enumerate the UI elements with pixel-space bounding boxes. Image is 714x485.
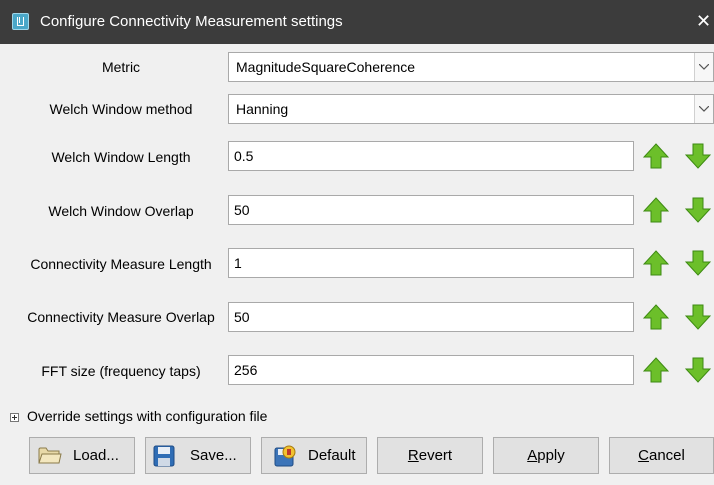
cancel-button[interactable]: Cancel (609, 437, 714, 474)
cancel-label-rest: ancel (648, 447, 685, 464)
fft-size-label: FFT size (frequency taps) (41, 363, 201, 379)
chevron-down-icon[interactable] (694, 95, 713, 123)
welch-window-method-select[interactable]: Hanning (228, 94, 714, 124)
metric-select[interactable]: MagnitudeSquareCoherence (228, 52, 714, 82)
default-reset-icon (274, 445, 296, 467)
welch-window-length-field[interactable]: 0.5 (228, 141, 634, 171)
connectivity-measure-length-field[interactable]: 1 (228, 248, 634, 278)
apply-label-rest: pply (537, 447, 565, 464)
apply-button-label: Apply (494, 447, 598, 464)
load-button-label: Load... (73, 447, 119, 464)
title-bar: Configure Connectivity Measurement setti… (0, 0, 714, 44)
welch-window-length-label: Welch Window Length (51, 149, 191, 165)
load-button[interactable]: Load... (29, 437, 135, 474)
welch-window-overlap-label: Welch Window Overlap (48, 203, 194, 219)
override-settings-expander[interactable]: Override settings with configuration fil… (10, 408, 267, 424)
metric-label: Metric (101, 59, 141, 75)
welch-window-overlap-value: 50 (234, 202, 250, 218)
cancel-mnemonic: C (638, 447, 649, 464)
arrow-down-icon[interactable] (685, 196, 711, 224)
arrow-down-icon[interactable] (685, 303, 711, 331)
connectivity-measure-length-label: Connectivity Measure Length (30, 256, 212, 272)
revert-label-rest: evert (418, 447, 453, 464)
window-title: Configure Connectivity Measurement setti… (40, 13, 343, 30)
cancel-button-label: Cancel (610, 447, 713, 464)
connectivity-measure-length-value: 1 (234, 255, 242, 271)
chevron-down-icon[interactable] (694, 53, 713, 81)
welch-window-method-label: Welch Window method (49, 101, 193, 117)
expand-plus-icon[interactable] (10, 412, 19, 422)
connectivity-measure-overlap-value: 50 (234, 309, 250, 325)
metric-value: MagnitudeSquareCoherence (236, 59, 416, 75)
arrow-down-icon[interactable] (685, 249, 711, 277)
connectivity-measure-overlap-field[interactable]: 50 (228, 302, 634, 332)
arrow-down-icon[interactable] (685, 142, 711, 170)
fft-size-field[interactable]: 256 (228, 355, 634, 385)
welch-window-length-value: 0.5 (234, 148, 254, 164)
save-button-label: Save... (190, 447, 237, 464)
revert-button[interactable]: Revert (377, 437, 483, 474)
arrow-up-icon[interactable] (643, 249, 669, 277)
arrow-up-icon[interactable] (643, 196, 669, 224)
default-button[interactable]: Default (261, 437, 367, 474)
floppy-disk-icon (153, 445, 175, 467)
folder-icon (38, 447, 62, 464)
default-button-label: Default (308, 447, 356, 464)
arrow-up-icon[interactable] (643, 303, 669, 331)
arrow-up-icon[interactable] (643, 142, 669, 170)
fft-size-value: 256 (234, 362, 258, 378)
welch-window-overlap-field[interactable]: 50 (228, 195, 634, 225)
arrow-down-icon[interactable] (685, 356, 711, 384)
apply-mnemonic: A (527, 447, 538, 464)
revert-button-label: Revert (378, 447, 482, 464)
close-button[interactable]: ✕ (696, 10, 710, 32)
revert-mnemonic: R (407, 447, 419, 464)
connectivity-measure-overlap-label: Connectivity Measure Overlap (27, 309, 215, 325)
app-icon (12, 13, 29, 30)
save-button[interactable]: Save... (145, 437, 251, 474)
override-settings-label: Override settings with configuration fil… (27, 408, 268, 424)
arrow-up-icon[interactable] (643, 356, 669, 384)
welch-window-method-value: Hanning (236, 101, 289, 117)
apply-button[interactable]: Apply (493, 437, 599, 474)
